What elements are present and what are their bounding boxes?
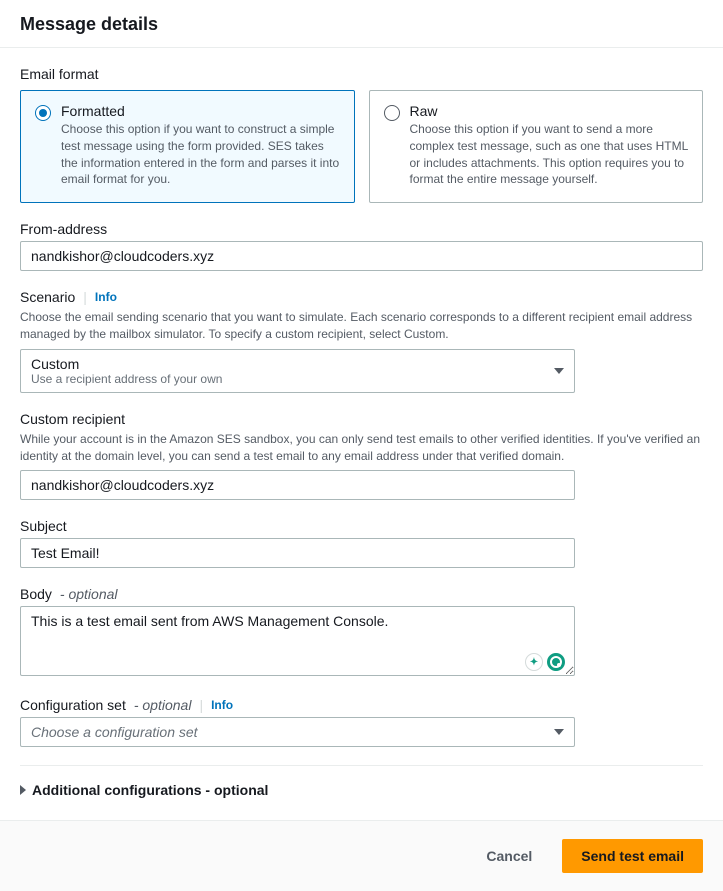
scenario-selected-sub: Use a recipient address of your own <box>31 372 222 386</box>
scenario-info-link[interactable]: Info <box>95 290 117 304</box>
send-test-email-button[interactable]: Send test email <box>562 839 703 873</box>
custom-recipient-input[interactable] <box>20 470 575 500</box>
separator: | <box>83 289 87 305</box>
custom-recipient-field: Custom recipient While your account is i… <box>20 411 703 501</box>
additional-config-expander[interactable]: Additional configurations - optional <box>20 765 703 812</box>
body-optional: - optional <box>60 586 118 602</box>
chevron-down-icon <box>554 368 564 374</box>
radio-title: Raw <box>410 103 689 119</box>
config-set-placeholder: Choose a configuration set <box>31 724 198 740</box>
separator: | <box>199 697 203 713</box>
custom-recipient-label: Custom recipient <box>20 411 703 427</box>
page-title: Message details <box>20 14 703 35</box>
panel-header: Message details <box>0 0 723 48</box>
email-format-option-raw[interactable]: Raw Choose this option if you want to se… <box>369 90 704 203</box>
radio-title: Formatted <box>61 103 340 119</box>
body-textarea[interactable] <box>20 606 575 676</box>
body-label: Body <box>20 586 52 602</box>
scenario-select[interactable]: Custom Use a recipient address of your o… <box>20 349 575 393</box>
chevron-right-icon <box>20 785 26 795</box>
subject-label: Subject <box>20 518 703 534</box>
email-format-group: Formatted Choose this option if you want… <box>20 90 703 203</box>
footer-actions: Cancel Send test email <box>0 820 723 891</box>
grammarly-icon[interactable] <box>547 653 565 671</box>
subject-field: Subject <box>20 518 703 568</box>
from-address-label: From-address <box>20 221 703 237</box>
from-address-input[interactable] <box>20 241 703 271</box>
custom-recipient-help: While your account is in the Amazon SES … <box>20 431 703 465</box>
form-content: Email format Formatted Choose this optio… <box>0 48 723 820</box>
from-address-field: From-address <box>20 221 703 271</box>
radio-icon <box>35 105 51 121</box>
config-set-select[interactable]: Choose a configuration set <box>20 717 575 747</box>
expander-title: Additional configurations - optional <box>32 782 268 798</box>
chevron-down-icon <box>554 729 564 735</box>
config-set-optional: - optional <box>134 697 192 713</box>
radio-icon <box>384 105 400 121</box>
config-set-label: Configuration set <box>20 697 126 713</box>
subject-input[interactable] <box>20 538 575 568</box>
scenario-label: Scenario <box>20 289 75 305</box>
config-set-field: Configuration set - optional | Info Choo… <box>20 697 703 747</box>
cancel-button[interactable]: Cancel <box>468 840 550 872</box>
email-format-option-formatted[interactable]: Formatted Choose this option if you want… <box>20 90 355 203</box>
scenario-selected-title: Custom <box>31 356 222 372</box>
config-set-info-link[interactable]: Info <box>211 698 233 712</box>
grammarly-tone-icon[interactable]: ✦ <box>525 653 543 671</box>
grammarly-badges: ✦ <box>525 653 565 671</box>
radio-description: Choose this option if you want to constr… <box>61 121 340 188</box>
scenario-field: Scenario | Info Choose the email sending… <box>20 289 703 393</box>
email-format-label: Email format <box>20 66 703 82</box>
scenario-help: Choose the email sending scenario that y… <box>20 309 703 343</box>
body-field: Body - optional ✦ <box>20 586 703 679</box>
radio-description: Choose this option if you want to send a… <box>410 121 689 188</box>
